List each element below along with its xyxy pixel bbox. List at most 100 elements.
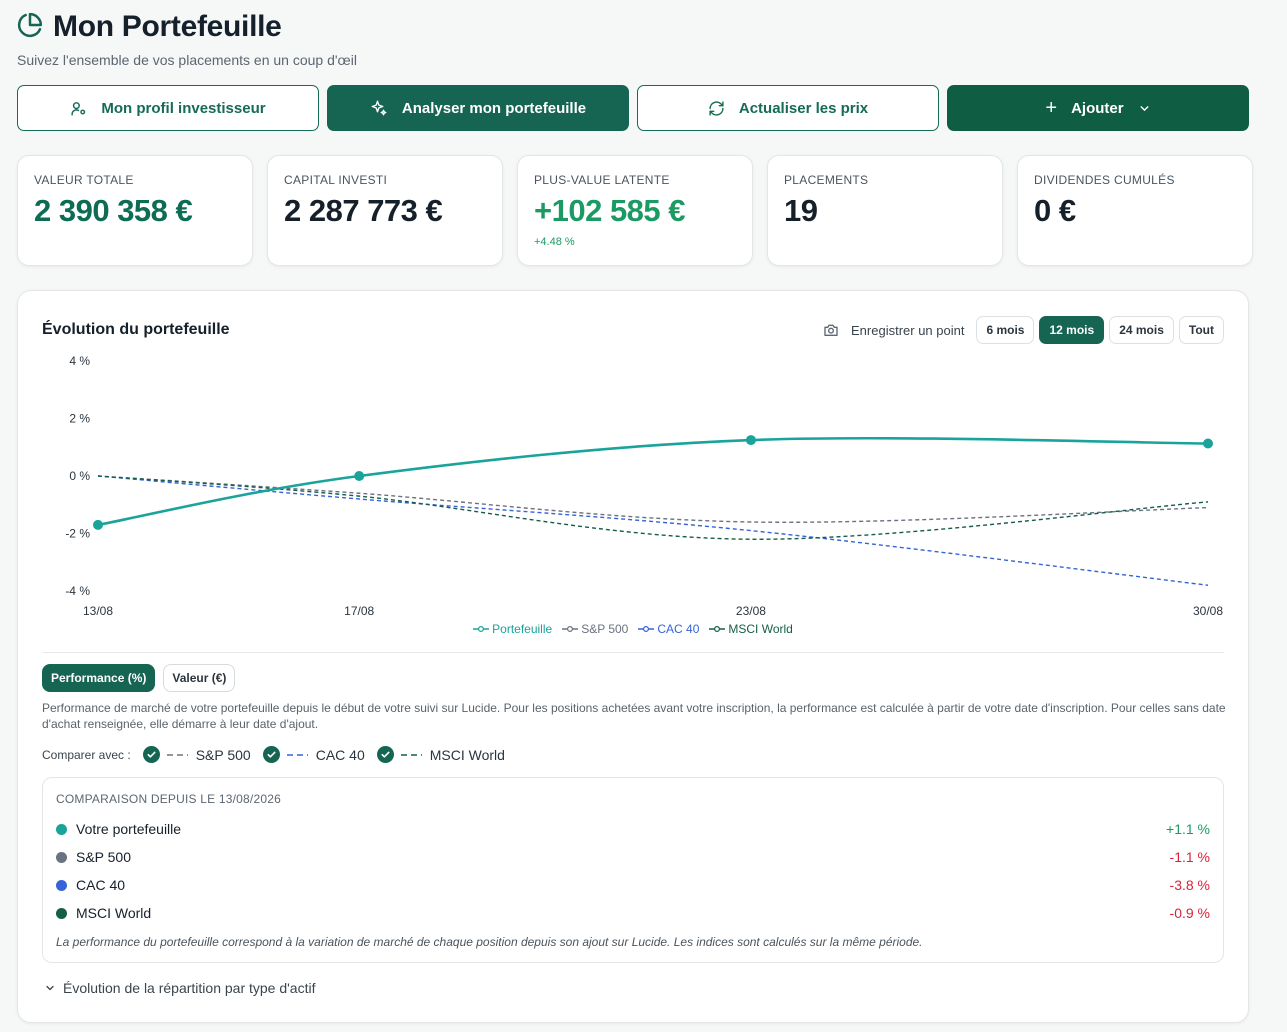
x-tick-label: 13/08 [83, 604, 113, 618]
sparkles-icon [371, 100, 387, 116]
legend-label: S&P 500 [581, 622, 629, 636]
refresh-prices-label: Actualiser les prix [738, 99, 869, 117]
dashed-line-icon [286, 753, 308, 756]
legend-item-sp500[interactable]: S&P 500 [562, 622, 628, 636]
comparison-title: COMPARAISON DEPUIS LE 13/08/2026 [56, 792, 281, 806]
analyze-portfolio-label: Analyser mon portefeuille [401, 99, 587, 117]
page-header: Mon Portefeuille Suivez l'ensemble de vo… [17, 10, 357, 68]
data-point [1203, 438, 1213, 449]
compare-label: Comparer avec : [42, 747, 131, 762]
page-subtitle: Suivez l'ensemble de vos placements en u… [17, 52, 357, 68]
stat-unrealized-gain: PLUS-VALUE LATENTE +102 585 € +4.48 % [517, 155, 753, 266]
comparison-value: +1.1 % [1166, 821, 1210, 837]
color-dot [56, 851, 67, 863]
add-dropdown-button[interactable]: + Ajouter [947, 85, 1249, 131]
series-line-cac-40 [97, 475, 1209, 586]
chevron-down-icon [46, 985, 54, 991]
tab-value[interactable]: Valeur (€) [163, 664, 236, 692]
legend-label: CAC 40 [657, 622, 700, 636]
series-line-msci-world [97, 475, 1209, 540]
portfolio-evolution-card: Évolution du portefeuille Enregistrer un… [17, 290, 1249, 1023]
action-bar: Mon profil investisseur Analyser mon por… [17, 85, 1249, 131]
color-dot [56, 823, 67, 835]
plus-icon: + [1045, 97, 1058, 119]
investor-profile-label: Mon profil investisseur [101, 99, 266, 117]
legend-item-cac40[interactable]: CAC 40 [638, 622, 699, 636]
stat-value: 0 € [1034, 193, 1076, 228]
checkmark-icon [142, 746, 160, 763]
stat-value: 2 287 773 € [284, 193, 443, 228]
compare-option-cac40[interactable]: CAC 40 [262, 746, 365, 763]
investor-profile-button[interactable]: Mon profil investisseur [17, 85, 319, 131]
series-line-portefeuille [97, 436, 1209, 527]
checkmark-icon [262, 746, 280, 763]
compare-with-row: Comparer avec : S&P 500 CAC 40 MSCI Worl… [42, 746, 505, 763]
compare-option-label: MSCI World [429, 746, 505, 763]
stat-label: VALEUR TOTALE [34, 173, 134, 187]
chart-mode-tabs: Performance (%) Valeur (€) [42, 664, 236, 692]
legend-item-portfolio[interactable]: Portefeuille [473, 622, 552, 636]
stat-value: 19 [784, 193, 818, 228]
stat-sub-percent: +4.48 % [534, 236, 575, 248]
stats-row: VALEUR TOTALE 2 390 358 € CAPITAL INVEST… [17, 155, 1253, 266]
comparison-row-sp500: S&P 500 -1.1 % [56, 847, 1210, 867]
comparison-value: -3.8 % [1169, 877, 1210, 893]
performance-note: Performance de marché de votre portefeui… [42, 701, 1226, 731]
stat-label: PLACEMENTS [784, 173, 869, 187]
stat-label: PLUS-VALUE LATENTE [534, 173, 670, 187]
comparison-row-msci-world: MSCI World -0.9 % [56, 903, 1210, 923]
chart-legend: Portefeuille S&P 500 CAC 40 MSCI World [18, 622, 1248, 636]
comparison-panel: COMPARAISON DEPUIS LE 13/08/2026 Votre p… [42, 777, 1224, 963]
stat-dividends: DIVIDENDES CUMULÉS 0 € [1017, 155, 1253, 266]
color-dot [56, 879, 67, 891]
refresh-prices-button[interactable]: Actualiser les prix [637, 85, 939, 131]
stat-value: 2 390 358 € [34, 193, 193, 228]
comparison-row-cac40: CAC 40 -3.8 % [56, 875, 1210, 895]
legend-marker [638, 625, 655, 633]
color-dot [56, 907, 67, 919]
comparison-name: CAC 40 [76, 877, 126, 893]
stat-total-value: VALEUR TOTALE 2 390 358 € [17, 155, 253, 266]
refresh-icon [709, 100, 724, 116]
page-title: Mon Portefeuille [53, 10, 282, 43]
dashed-line-icon [166, 753, 188, 756]
comparison-row-portfolio: Votre portefeuille +1.1 % [56, 819, 1210, 839]
legend-label: Portefeuille [492, 622, 553, 636]
checkmark-icon [376, 746, 394, 763]
stat-positions: PLACEMENTS 19 [767, 155, 1003, 266]
compare-option-label: CAC 40 [315, 746, 365, 763]
series-line-s-p-500 [97, 475, 1209, 523]
stat-value: +102 585 € [534, 193, 686, 228]
allocation-evolution-label: Évolution de la répartition par type d'a… [63, 980, 316, 996]
pie-chart-icon [17, 12, 43, 43]
user-settings-icon [71, 101, 86, 116]
comparison-footnote: La performance du portefeuille correspon… [56, 935, 923, 949]
comparison-value: -0.9 % [1169, 905, 1210, 921]
legend-marker [709, 625, 726, 633]
data-point [745, 435, 756, 446]
stat-label: DIVIDENDES CUMULÉS [1034, 173, 1175, 187]
comparison-name: S&P 500 [76, 849, 132, 865]
add-label: Ajouter [1071, 99, 1124, 117]
data-point [354, 471, 365, 481]
y-tick-label: -2 % [65, 527, 90, 541]
x-tick-label: 30/08 [1193, 604, 1223, 618]
legend-item-msci-world[interactable]: MSCI World [709, 622, 793, 636]
compare-option-sp500[interactable]: S&P 500 [142, 746, 251, 763]
analyze-portfolio-button[interactable]: Analyser mon portefeuille [327, 85, 629, 131]
tab-performance[interactable]: Performance (%) [42, 664, 156, 692]
allocation-evolution-toggle[interactable]: Évolution de la répartition par type d'a… [44, 980, 316, 996]
comparison-name: Votre portefeuille [76, 821, 182, 837]
y-tick-label: -4 % [65, 584, 90, 598]
compare-option-msci-world[interactable]: MSCI World [376, 746, 505, 763]
data-point [93, 519, 103, 530]
stat-label: CAPITAL INVESTI [284, 173, 388, 187]
comparison-value: -1.1 % [1169, 849, 1210, 865]
comparison-name: MSCI World [76, 905, 152, 921]
x-tick-label: 23/08 [736, 604, 766, 618]
compare-option-label: S&P 500 [195, 746, 251, 763]
legend-label: MSCI World [728, 622, 793, 636]
dashed-line-icon [400, 753, 422, 756]
x-tick-label: 17/08 [344, 604, 374, 618]
chevron-down-icon [1140, 105, 1149, 111]
